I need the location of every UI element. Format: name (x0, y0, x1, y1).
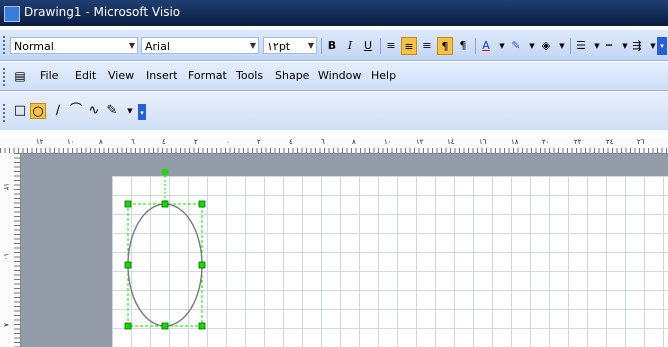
selection-handle[interactable] (124, 261, 132, 269)
selection-handle[interactable] (124, 200, 132, 208)
selection-handle[interactable] (161, 322, 169, 330)
selection-handle[interactable] (198, 261, 206, 269)
selection-handle[interactable] (198, 200, 206, 208)
visio-window: Drawing1 - Microsoft Visio Normal ▼ Aria… (0, 0, 668, 347)
selection-handle[interactable] (124, 322, 132, 330)
rotation-handle[interactable] (161, 168, 169, 176)
selection-handle[interactable] (198, 322, 206, 330)
selection-handle[interactable] (161, 200, 169, 208)
ellipse[interactable] (127, 203, 203, 327)
selected-ellipse-shape[interactable] (0, 0, 668, 347)
